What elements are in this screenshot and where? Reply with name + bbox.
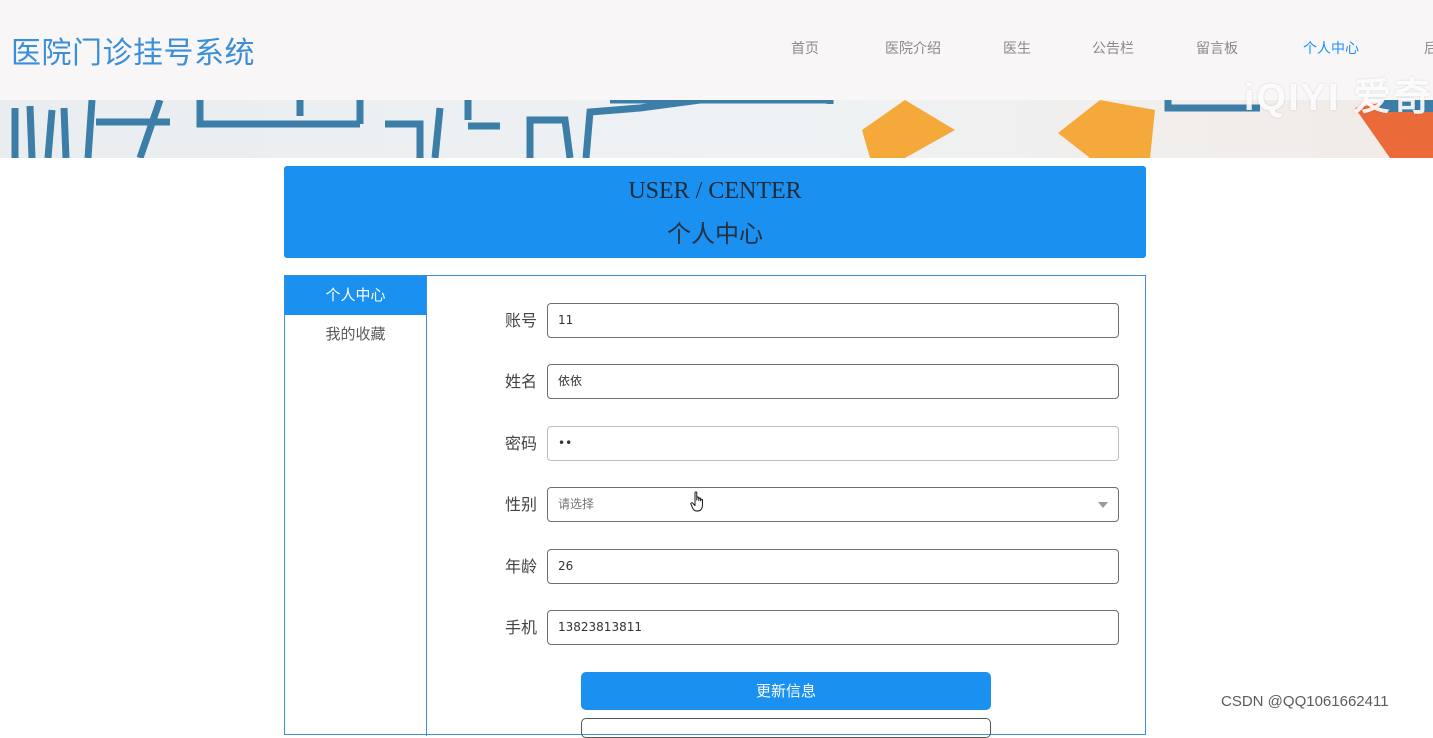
age-label: 年龄 <box>504 557 537 576</box>
csdn-watermark: CSDN @QQ1061662411 <box>1221 693 1389 710</box>
nav-notice-board[interactable]: 公告栏 <box>1092 38 1134 58</box>
nav-backend[interactable]: 后 <box>1424 38 1433 58</box>
page-header: USER / CENTER 个人中心 <box>284 166 1146 258</box>
user-center-panel: 个人中心 我的收藏 账号 11 姓名 依依 密码 •• 性别 请选择 年龄 26… <box>284 275 1146 738</box>
user-sidebar: 个人中心 我的收藏 <box>285 276 427 736</box>
phone-row: 手机 13823813811 <box>485 610 1125 646</box>
banner-image <box>0 100 1433 158</box>
nav-doctors[interactable]: 医生 <box>1003 38 1031 58</box>
age-row: 年龄 26 <box>485 549 1125 585</box>
sidebar-item-user-center[interactable]: 个人中心 <box>285 276 426 315</box>
name-label: 姓名 <box>504 372 537 391</box>
account-row: 账号 11 <box>485 303 1125 339</box>
password-label: 密码 <box>504 434 537 453</box>
update-info-button[interactable]: 更新信息 <box>581 672 991 710</box>
nav-user-center[interactable]: 个人中心 <box>1303 38 1359 58</box>
password-field[interactable]: •• <box>547 426 1119 461</box>
password-row: 密码 •• <box>485 426 1125 462</box>
main-nav: 首页 医院介绍 医生 公告栏 留言板 个人中心 后 <box>0 38 1433 58</box>
page-title-cn: 个人中心 <box>667 220 763 248</box>
hand-cursor-icon <box>690 491 703 512</box>
gender-row: 性别 请选择 <box>485 487 1125 523</box>
name-row: 姓名 依依 <box>485 364 1125 400</box>
iqiyi-watermark: iQIYI 爱奇 <box>1243 77 1433 119</box>
nav-message-board[interactable]: 留言板 <box>1196 38 1238 58</box>
account-field[interactable]: 11 <box>547 303 1119 338</box>
chevron-down-icon <box>1098 502 1108 508</box>
name-field[interactable]: 依依 <box>547 364 1119 399</box>
sidebar-item-favorites[interactable]: 我的收藏 <box>285 315 426 354</box>
age-field[interactable]: 26 <box>547 549 1119 584</box>
gender-label: 性别 <box>504 495 537 514</box>
gender-select-placeholder: 请选择 <box>558 497 595 511</box>
account-label: 账号 <box>504 311 537 330</box>
phone-label: 手机 <box>504 618 537 637</box>
gender-select[interactable]: 请选择 <box>547 487 1119 522</box>
secondary-button[interactable] <box>581 718 991 738</box>
nav-hospital-intro[interactable]: 医院介绍 <box>885 38 941 58</box>
phone-field[interactable]: 13823813811 <box>547 610 1119 645</box>
page-title-en: USER / CENTER <box>628 178 802 204</box>
nav-home[interactable]: 首页 <box>791 38 819 58</box>
banner-graphic <box>11 100 1433 158</box>
top-bar: 医院门诊挂号系统 首页 医院介绍 医生 公告栏 留言板 个人中心 后 <box>0 0 1433 100</box>
